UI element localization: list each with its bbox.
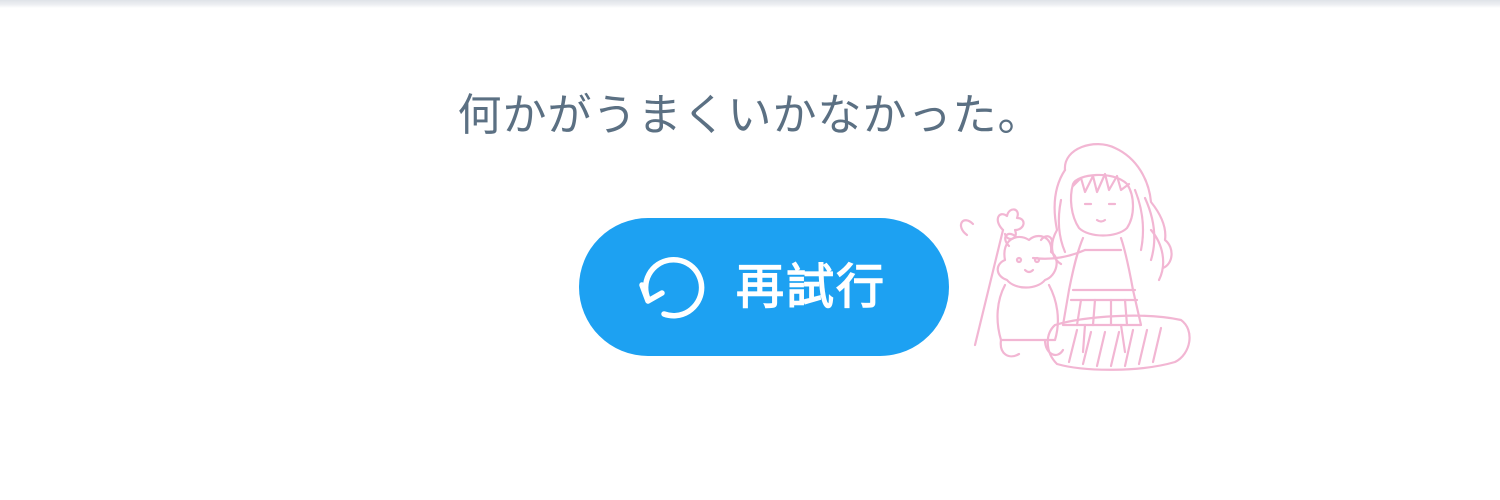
refresh-icon — [634, 251, 706, 323]
retry-button-label: 再試行 — [735, 259, 886, 315]
retry-button[interactable]: 再試行 — [579, 218, 949, 356]
girl-with-teddy-bear-sticker — [945, 140, 1195, 375]
error-message: 何かがうまくいかなかった。 — [457, 90, 1043, 141]
top-divider — [0, 0, 1500, 8]
